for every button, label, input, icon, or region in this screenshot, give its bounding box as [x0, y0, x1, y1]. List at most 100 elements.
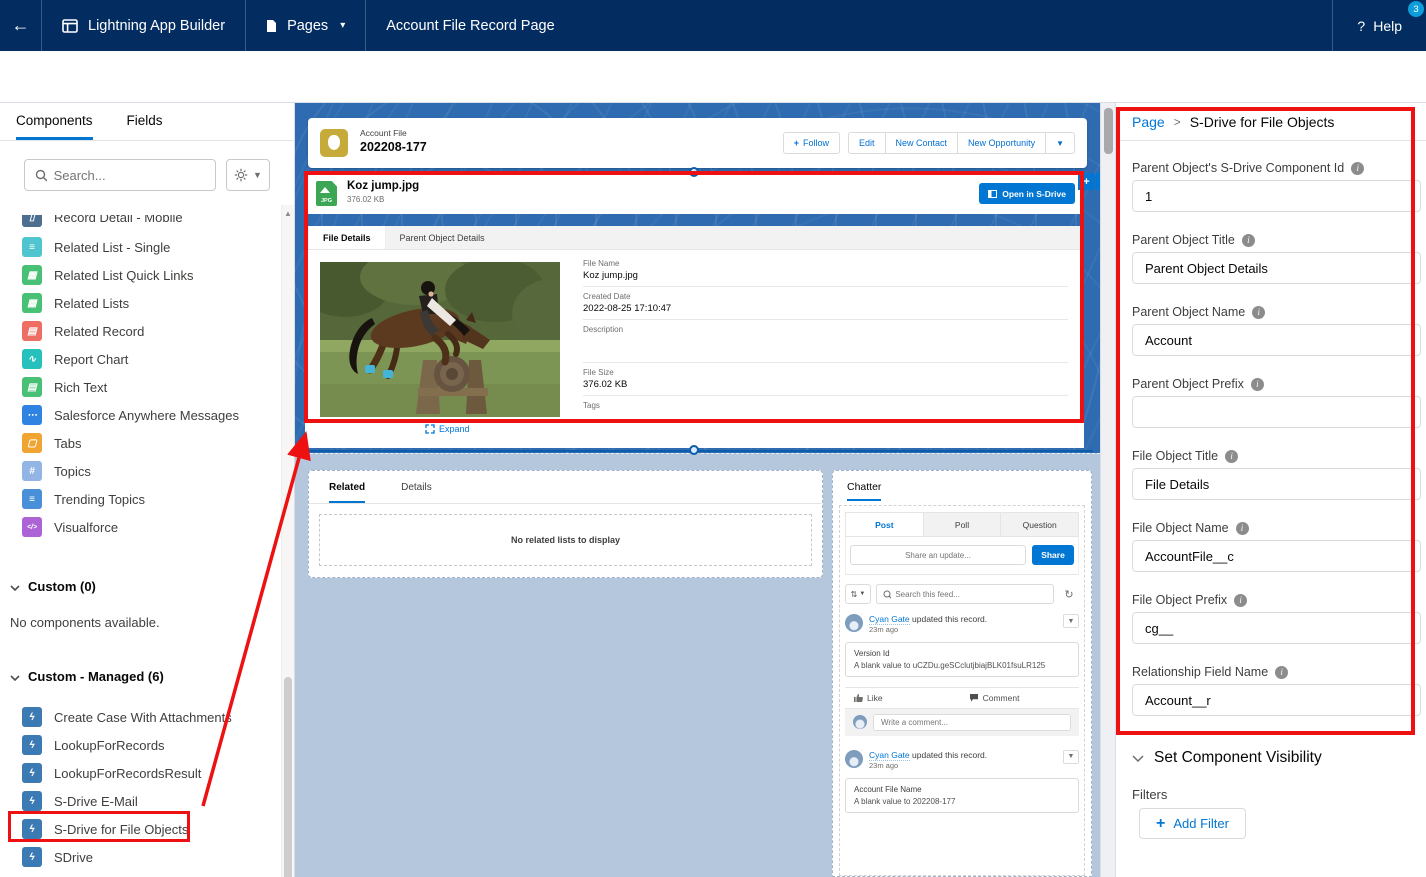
move-component-handle[interactable]: + [1078, 173, 1095, 190]
new-contact-button[interactable]: New Contact [885, 132, 959, 154]
parent-object-title-input[interactable] [1132, 252, 1421, 284]
visualforce-icon: </> [22, 517, 42, 537]
component-item[interactable]: ≡ Trending Topics [0, 485, 280, 513]
move-icon: + [1083, 176, 1089, 188]
field-row: Tags [583, 400, 1068, 428]
related-tabs-component[interactable]: Related Details No related lists to disp… [308, 470, 823, 578]
component-item[interactable]: ▢ Tabs [0, 429, 280, 457]
component-item[interactable]: ∿ Report Chart [0, 345, 280, 373]
tab-question[interactable]: Question [1001, 513, 1078, 536]
record-header-card[interactable]: Account File 202208-177 +Follow Edit New… [308, 118, 1087, 168]
component-item[interactable]: ▦ Related Lists [0, 289, 280, 317]
feed-author-link[interactable]: Cyan Gate [869, 750, 910, 761]
info-icon[interactable]: i [1351, 162, 1364, 175]
back-button[interactable]: ← [0, 0, 42, 51]
managed-components-list: ϟ Create Case With Attachments ϟ LookupF… [0, 703, 280, 871]
file-object-prefix-input[interactable] [1132, 612, 1421, 644]
new-opportunity-button[interactable]: New Opportunity [957, 132, 1046, 154]
pages-menu[interactable]: Pages ▾ [246, 0, 366, 51]
like-button[interactable]: Like [853, 693, 883, 703]
breadcrumb-page-link[interactable]: Page [1132, 114, 1165, 130]
field-change-card: Account File Name A blank value to 20220… [845, 778, 1079, 813]
tab-fields[interactable]: Fields [127, 113, 163, 140]
tab-components[interactable]: Components [16, 113, 93, 140]
tab-details[interactable]: Details [401, 482, 432, 503]
component-item[interactable]: ▯ Record Detail - Mobile [0, 215, 280, 231]
custom-section-header[interactable]: Custom (0) [0, 579, 280, 594]
builder-canvas: Account File 202208-177 +Follow Edit New… [295, 103, 1115, 877]
tab-post[interactable]: Post [846, 513, 924, 536]
feed-item-menu-button[interactable]: ▼ [1063, 750, 1079, 764]
info-icon[interactable]: i [1225, 450, 1238, 463]
feed-item-menu-button[interactable]: ▼ [1063, 614, 1079, 628]
component-item[interactable]: </> Visualforce [0, 513, 280, 541]
follow-button[interactable]: +Follow [783, 132, 840, 154]
share-button[interactable]: Share [1032, 545, 1074, 565]
feed-author-link[interactable]: Cyan Gate [869, 614, 910, 625]
parent-object-name-input[interactable] [1132, 324, 1421, 356]
component-item[interactable]: ⋯ Salesforce Anywhere Messages [0, 401, 280, 429]
info-icon[interactable]: i [1251, 378, 1264, 391]
component-item[interactable]: ϟ Create Case With Attachments [0, 703, 280, 731]
expand-link[interactable]: Expand [425, 424, 470, 434]
component-item-sdrive-file-objects[interactable]: ϟ S-Drive for File Objects [0, 815, 280, 843]
tab-parent-object-details[interactable]: Parent Object Details [386, 226, 499, 249]
sidebar-scrollbar[interactable]: ▲ [281, 205, 294, 877]
relationship-field-name-input[interactable] [1132, 684, 1421, 716]
tab-poll[interactable]: Poll [924, 513, 1002, 536]
write-comment-input[interactable] [873, 714, 1071, 731]
visibility-section-header[interactable]: Set Component Visibility [1132, 749, 1322, 767]
drag-handle-dot-bottom[interactable] [689, 445, 699, 455]
settings-dropdown[interactable]: ▼ [226, 159, 270, 191]
feed-refresh-button[interactable]: ↻ [1059, 584, 1079, 604]
feed-search-input[interactable] [895, 590, 1047, 599]
feed-sort-button[interactable]: ⇅▼ [845, 584, 871, 604]
share-update-input[interactable] [850, 545, 1026, 565]
parent-object-prefix-input[interactable] [1132, 396, 1421, 428]
file-object-title-input[interactable] [1132, 468, 1421, 500]
open-in-sdrive-button[interactable]: Open in S-Drive [979, 183, 1075, 204]
plus-icon: + [1156, 815, 1165, 833]
chatter-component[interactable]: Chatter Post Poll Question Share ⇅▼ ↻ [832, 470, 1092, 877]
parent-sdrive-component-id-input[interactable] [1132, 180, 1421, 212]
info-icon[interactable]: i [1242, 234, 1255, 247]
add-filter-button[interactable]: + Add Filter [1139, 808, 1246, 839]
component-properties-panel: Page > S-Drive for File Objects Parent O… [1115, 103, 1426, 877]
search-input[interactable] [54, 168, 205, 183]
sdrive-component-body[interactable]: File Details Parent Object Details [305, 226, 1084, 448]
info-icon[interactable]: i [1252, 306, 1265, 319]
scrollbar-thumb[interactable] [1104, 108, 1113, 154]
component-item[interactable]: ▤ Rich Text [0, 373, 280, 401]
tab-file-details[interactable]: File Details [309, 226, 386, 249]
custom-managed-section-header[interactable]: Custom - Managed (6) [0, 669, 280, 684]
file-detail-fields: File Name Koz jump.jpg Created Date 2022… [583, 258, 1068, 432]
component-item[interactable]: ϟ SDrive [0, 843, 280, 871]
info-icon[interactable]: i [1275, 666, 1288, 679]
edit-button[interactable]: Edit [848, 132, 886, 154]
file-object-name-input[interactable] [1132, 540, 1421, 572]
info-icon[interactable]: i [1234, 594, 1247, 607]
tab-chatter[interactable]: Chatter [847, 481, 881, 501]
component-item[interactable]: ϟ LookupForRecords [0, 731, 280, 759]
component-search[interactable] [24, 159, 216, 191]
component-item[interactable]: ≡ Related List - Single [0, 233, 280, 261]
scrollbar-thumb[interactable] [284, 677, 292, 877]
component-item[interactable]: ϟ LookupForRecordsResult [0, 759, 280, 787]
feed-search[interactable] [876, 584, 1054, 604]
component-item[interactable]: ▤ Related Record [0, 317, 280, 345]
tab-related[interactable]: Related [329, 482, 365, 503]
component-item[interactable]: ϟ S-Drive E-Mail [0, 787, 280, 815]
component-item[interactable]: ▦ Related List Quick Links [0, 261, 280, 289]
sidebar-tabs: Components Fields [0, 103, 294, 141]
canvas-scrollbar[interactable] [1100, 103, 1115, 877]
sdrive-component-header[interactable]: JPG Koz jump.jpg 376.02 KB Open in S-Dri… [305, 173, 1084, 214]
avatar [853, 715, 867, 729]
drag-handle-dot-top[interactable] [689, 167, 699, 177]
more-actions-button[interactable]: ▼ [1045, 132, 1075, 154]
component-item[interactable]: # Topics [0, 457, 280, 485]
info-icon[interactable]: i [1236, 522, 1249, 535]
comment-button[interactable]: Comment [969, 693, 1020, 703]
field-row: File Size 376.02 KB [583, 367, 1068, 396]
thumbs-up-icon [853, 693, 863, 703]
app-builder-home[interactable]: Lightning App Builder [42, 0, 246, 51]
